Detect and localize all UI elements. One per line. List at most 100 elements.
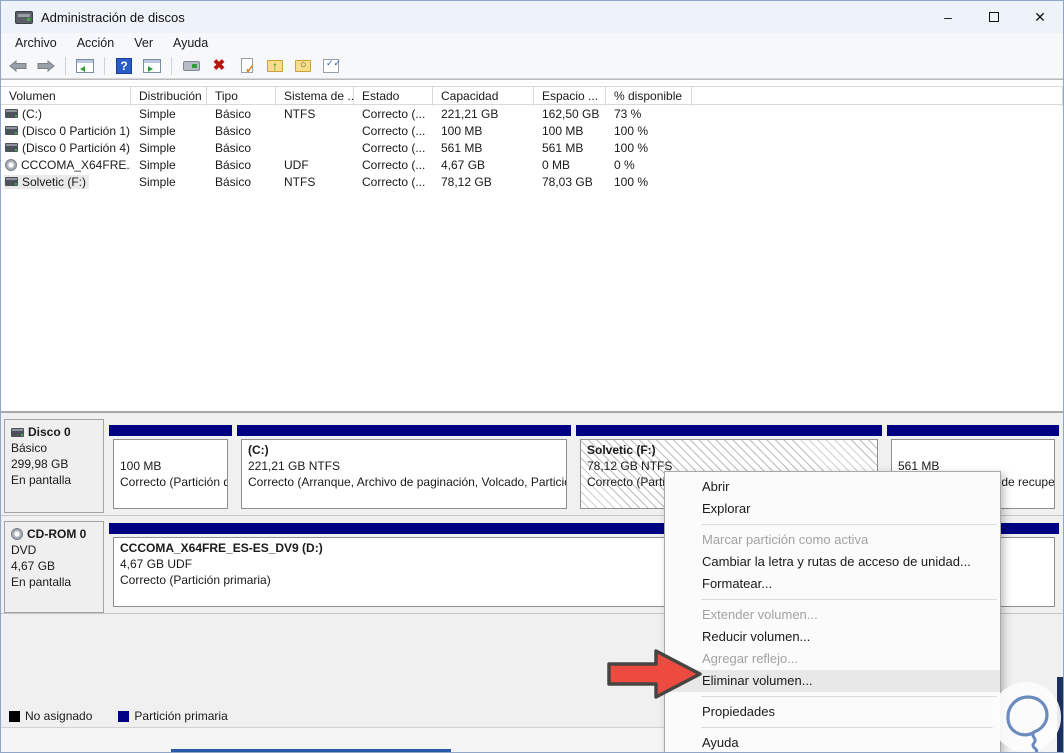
menu-ayuda[interactable]: Ayuda — [163, 34, 218, 52]
menu-separator — [701, 696, 997, 697]
help-icon: ? — [116, 57, 132, 74]
folder-explore-button[interactable] — [292, 56, 314, 76]
volume-name: CCCOMA_X64FRE... — [21, 157, 131, 172]
partition-system-100mb[interactable]: 100 MB Correcto (Partición del sistema) — [109, 425, 232, 509]
header-volumen[interactable]: Volumen — [1, 87, 131, 106]
header-disponible[interactable]: % disponible — [606, 87, 692, 106]
table-row-particion1[interactable]: (Disco 0 Partición 1) Simple Básico Corr… — [1, 122, 1063, 139]
menu-accion[interactable]: Acción — [67, 34, 125, 52]
cell-estado: Correcto (... — [362, 123, 426, 138]
menu-separator — [701, 727, 997, 728]
header-espacio[interactable]: Espacio ... — [534, 87, 606, 106]
task-check-button[interactable] — [236, 56, 258, 76]
page-background-strip — [171, 749, 451, 752]
cell-estado: Correcto (... — [362, 174, 426, 189]
back-button[interactable] — [7, 56, 29, 76]
disk0-name: Disco 0 — [28, 425, 71, 439]
back-icon — [9, 59, 27, 72]
cell-tipo: Básico — [215, 140, 252, 155]
minimize-button[interactable]: – — [925, 1, 971, 33]
menu-item-propiedades[interactable]: Propiedades — [665, 701, 1000, 723]
cdrom0-type: DVD — [11, 543, 37, 557]
cell-disponible: 73 % — [614, 106, 642, 121]
menu-item-reducir-volumen[interactable]: Reducir volumen... — [665, 626, 1000, 648]
checklist-icon: ✓✓ — [323, 58, 341, 73]
forward-button[interactable] — [35, 56, 57, 76]
cell-capacidad: 100 MB — [441, 123, 483, 138]
cell-tipo: Básico — [215, 157, 252, 172]
disk0-panel[interactable]: Disco 0 Básico 299,98 GB En pantalla — [4, 419, 104, 513]
header-sistema[interactable]: Sistema de ... — [276, 87, 354, 106]
maximize-button[interactable] — [971, 1, 1017, 33]
primary-partition-bar — [576, 425, 882, 436]
cell-sistema: UDF — [284, 157, 309, 172]
menu-item-eliminar-volumen[interactable]: Eliminar volumen... — [665, 670, 1000, 692]
partition-size: 221,21 GB NTFS — [248, 459, 341, 473]
cd-icon — [11, 528, 23, 540]
menu-item-ayuda[interactable]: Ayuda — [665, 732, 1000, 752]
menu-bar: Archivo Acción Ver Ayuda — [1, 33, 1063, 53]
console-tree-button[interactable] — [74, 56, 96, 76]
cell-espacio: 0 MB — [542, 157, 571, 172]
cell-espacio: 162,50 GB — [542, 106, 600, 121]
disk-icon — [11, 427, 24, 437]
maximize-icon — [989, 12, 999, 22]
cdrom0-panel[interactable]: CD-ROM 0 DVD 4,67 GB En pantalla — [4, 521, 104, 613]
volume-name: (C:) — [22, 106, 42, 121]
action-pane-button[interactable] — [141, 56, 163, 76]
cell-distribucion: Simple — [139, 123, 176, 138]
task-check-icon — [241, 58, 255, 76]
disk0-size: 299,98 GB — [11, 457, 69, 471]
table-row-cccoma[interactable]: CCCOMA_X64FRE... Simple Básico UDF Corre… — [1, 156, 1063, 173]
menu-item-formatear[interactable]: Formatear... — [665, 573, 1000, 595]
close-button[interactable]: ✕ — [1017, 1, 1063, 33]
remote-computer-icon — [182, 60, 200, 71]
cell-espacio: 561 MB — [542, 140, 584, 155]
cell-sistema: NTFS — [284, 174, 316, 189]
disk-icon — [5, 109, 18, 118]
partition-c[interactable]: (C:) 221,21 GB NTFS Correcto (Arranque, … — [237, 425, 571, 509]
disk-drive-app-icon — [15, 10, 33, 24]
cell-capacidad: 4,67 GB — [441, 157, 486, 172]
toolbar-separator — [65, 56, 66, 75]
remote-computer-button[interactable] — [180, 56, 202, 76]
table-row-c[interactable]: (C:) Simple Básico NTFS Correcto (... 22… — [1, 105, 1063, 122]
menu-item-explorar[interactable]: Explorar — [665, 498, 1000, 520]
folder-open-button[interactable] — [264, 56, 286, 76]
title-bar: Administración de discos – ✕ — [1, 1, 1063, 33]
cdrom0-size: 4,67 GB — [11, 559, 56, 573]
checklist-button[interactable]: ✓✓ — [320, 56, 342, 76]
cell-disponible: 100 % — [614, 174, 649, 189]
menu-separator — [701, 599, 997, 600]
menu-item-cambiar-letra[interactable]: Cambiar la letra y rutas de acceso de un… — [665, 551, 1000, 573]
delete-button[interactable]: ✖ — [208, 56, 230, 76]
partition-size: 100 MB — [120, 459, 162, 473]
partition-label: (C:) — [248, 443, 269, 457]
cell-capacidad: 78,12 GB — [441, 174, 492, 189]
table-row-particion4[interactable]: (Disco 0 Partición 4) Simple Básico Corr… — [1, 139, 1063, 156]
disk-icon — [5, 177, 18, 186]
menu-item-abrir[interactable]: Abrir — [665, 476, 1000, 498]
header-estado[interactable]: Estado — [354, 87, 433, 106]
volume-name: (Disco 0 Partición 1) — [22, 123, 131, 138]
cell-estado: Correcto (... — [362, 106, 426, 121]
selected-volume-highlight: Solvetic (F:) — [4, 174, 90, 189]
cell-distribucion: Simple — [139, 140, 176, 155]
cdrom0-name: CD-ROM 0 — [27, 527, 87, 541]
menu-archivo[interactable]: Archivo — [5, 34, 67, 52]
volume-name: (Disco 0 Partición 4) — [22, 140, 131, 155]
primary-partition-bar — [109, 425, 232, 436]
help-button[interactable]: ? — [113, 56, 135, 76]
header-capacidad[interactable]: Capacidad — [433, 87, 534, 106]
header-filler — [692, 87, 1063, 106]
menu-separator — [701, 524, 997, 525]
cell-sistema: NTFS — [284, 106, 316, 121]
folder-explore-icon — [295, 59, 311, 72]
header-tipo[interactable]: Tipo — [207, 87, 276, 106]
toolbar-separator — [104, 56, 105, 75]
partition-label: Solvetic (F:) — [587, 443, 656, 457]
menu-ver[interactable]: Ver — [124, 34, 163, 52]
volume-table-header: Volumen Distribución Tipo Sistema de ...… — [1, 86, 1063, 106]
table-row-solvetic[interactable]: Solvetic (F:) Simple Básico NTFS Correct… — [1, 173, 1063, 190]
header-distribucion[interactable]: Distribución — [131, 87, 207, 106]
